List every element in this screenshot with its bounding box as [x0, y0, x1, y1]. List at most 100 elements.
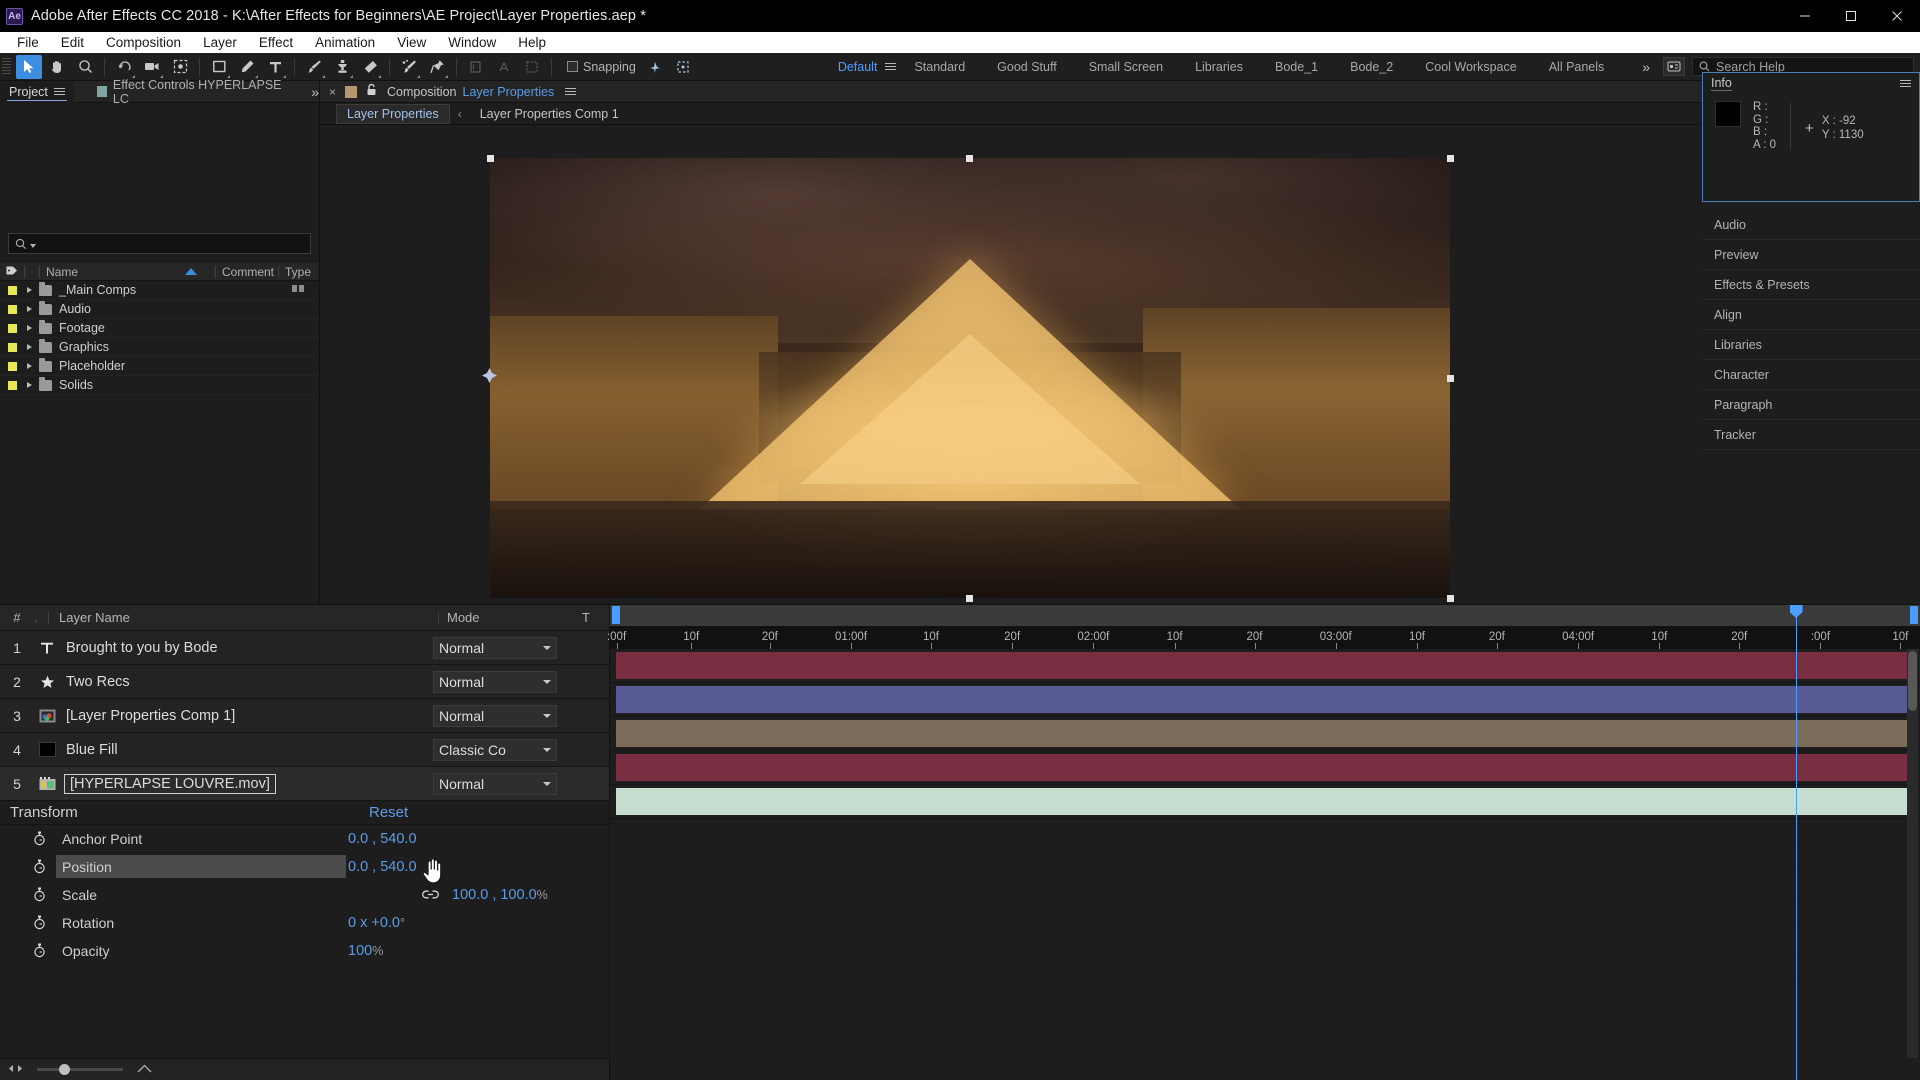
menu-window[interactable]: Window	[437, 32, 507, 53]
column-type[interactable]: Type	[279, 265, 319, 279]
track-row[interactable]	[610, 751, 1920, 785]
project-panel-menu-icon[interactable]	[53, 88, 65, 95]
layer-bar[interactable]	[616, 686, 1908, 713]
project-folder-row[interactable]: Placeholder	[0, 357, 319, 376]
property-value[interactable]: 0 x +0.0°	[348, 915, 405, 931]
hand-tool-icon[interactable]	[44, 55, 70, 79]
composition-panel-menu-icon[interactable]	[565, 88, 577, 95]
layer-name[interactable]: Brought to you by Bode	[60, 640, 433, 656]
tab-project[interactable]: Project	[0, 80, 74, 103]
selection-handle-bc[interactable]	[966, 595, 973, 602]
property-value[interactable]: 100%	[348, 943, 383, 959]
text-align-icon[interactable]	[491, 55, 517, 79]
timeline-zoom-slider[interactable]	[37, 1064, 123, 1075]
menu-view[interactable]: View	[386, 32, 437, 53]
timeline-graph[interactable]: :00f 10f 20f 01:00f 10f 20f 02:00f 10f 20f 03:00f…	[607, 605, 1920, 1080]
workspace-tab-libraries[interactable]: Libraries	[1179, 53, 1259, 81]
column-comment[interactable]: Comment	[216, 265, 278, 279]
property-track-position[interactable]	[610, 871, 1920, 899]
work-area-end-handle[interactable]	[1910, 606, 1918, 624]
layer-bar[interactable]	[616, 788, 1908, 815]
close-icon[interactable]	[1874, 0, 1920, 32]
brush-tool-icon[interactable]	[301, 55, 327, 79]
label-swatch-icon[interactable]	[8, 342, 17, 352]
menu-help[interactable]: Help	[507, 32, 557, 53]
project-folder-row[interactable]: _Main Comps	[0, 281, 319, 300]
property-track-anchor-point[interactable]	[610, 843, 1920, 871]
track-row[interactable]	[610, 683, 1920, 717]
menu-file[interactable]: File	[6, 32, 50, 53]
pan-behind-tool-icon[interactable]	[167, 55, 193, 79]
label-swatch-icon[interactable]	[8, 380, 17, 390]
workspace-overflow-icon[interactable]: »	[1636, 59, 1656, 75]
stopwatch-icon[interactable]	[26, 943, 52, 958]
project-folder-row[interactable]: Footage	[0, 319, 319, 338]
layer-row[interactable]: 4 Blue Fill Classic Co	[0, 733, 609, 767]
graph-editor-icon[interactable]	[137, 1061, 152, 1079]
menu-effect[interactable]: Effect	[248, 32, 304, 53]
timeline-zoom-knob[interactable]	[59, 1064, 70, 1075]
layer-name[interactable]: [Layer Properties Comp 1]	[60, 708, 433, 724]
stopwatch-icon[interactable]	[26, 887, 52, 902]
transform-reset-button[interactable]: Reset	[369, 804, 609, 821]
snapping-toggle[interactable]: Snapping	[567, 60, 636, 74]
layer-row[interactable]: 3 [Layer Properties Comp 1] Normal	[0, 699, 609, 733]
selection-handle-tl[interactable]	[487, 155, 494, 162]
property-value[interactable]: 0.0 , 540.0	[348, 859, 417, 875]
project-folder-row[interactable]: Solids	[0, 376, 319, 395]
breadcrumb-chevron-icon[interactable]: ‹	[458, 107, 462, 121]
property-track-rotation[interactable]	[610, 927, 1920, 955]
layer-blend-mode-select[interactable]: Normal	[433, 772, 557, 795]
roto-brush-tool-icon[interactable]	[396, 55, 422, 79]
workspace-tab-cool-workspace[interactable]: Cool Workspace	[1409, 53, 1532, 81]
menu-composition[interactable]: Composition	[95, 32, 192, 53]
timeline-vertical-scrollbar[interactable]	[1907, 649, 1918, 1058]
layer-row[interactable]: 5 [HYPERLAPSE LOUVRE.mov] Normal	[0, 767, 609, 801]
selection-handle-mr[interactable]	[1447, 375, 1454, 382]
lock-icon[interactable]	[366, 83, 377, 101]
stopwatch-icon[interactable]	[26, 831, 52, 846]
tab-effect-controls[interactable]: Effect Controls HYPERLAPSE LC	[88, 78, 293, 106]
header-t[interactable]: T	[563, 610, 609, 625]
layer-name[interactable]: Blue Fill	[60, 742, 433, 758]
maximize-icon[interactable]	[1828, 0, 1874, 32]
distribute-icon[interactable]	[519, 55, 545, 79]
layer-blend-mode-select[interactable]: Normal	[433, 704, 557, 727]
pen-tool-icon[interactable]	[234, 55, 260, 79]
property-row-position[interactable]: Position 0.0 , 540.0	[0, 853, 609, 884]
project-search-input[interactable]	[8, 233, 311, 254]
stopwatch-icon[interactable]	[26, 859, 52, 874]
selection-handle-tc[interactable]	[966, 155, 973, 162]
panel-libraries[interactable]: Libraries	[1702, 330, 1920, 360]
text-tool-icon[interactable]	[262, 55, 288, 79]
workspace-tab-standard[interactable]: Standard	[898, 53, 981, 81]
timeline-ruler[interactable]: :00f 10f 20f 01:00f 10f 20f 02:00f 10f 20f 03:00f…	[607, 627, 1920, 649]
layer-blend-mode-select[interactable]: Normal	[433, 670, 557, 693]
anchor-point-icon[interactable]	[482, 368, 497, 387]
clone-stamp-tool-icon[interactable]	[329, 55, 355, 79]
disclosure-triangle-icon[interactable]	[27, 382, 32, 388]
workspace-menu-icon[interactable]	[885, 63, 897, 70]
label-swatch-icon[interactable]	[8, 304, 17, 314]
disclosure-triangle-icon[interactable]	[27, 363, 32, 369]
label-swatch-icon[interactable]	[8, 285, 17, 295]
info-panel-menu-icon[interactable]	[1900, 79, 1911, 87]
rectangle-tool-icon[interactable]	[206, 55, 232, 79]
header-index[interactable]: #	[0, 610, 34, 625]
property-value[interactable]: 0.0 , 540.0	[348, 831, 417, 847]
snapping-checkbox[interactable]	[567, 61, 578, 72]
stopwatch-icon[interactable]	[26, 915, 52, 930]
search-dropdown-icon[interactable]	[30, 243, 36, 248]
property-track-scale[interactable]	[610, 899, 1920, 927]
composition-tab-name[interactable]: Layer Properties	[463, 85, 555, 99]
transform-group-header[interactable]: Transform Reset	[0, 801, 609, 825]
layer-name[interactable]: [HYPERLAPSE LOUVRE.mov]	[64, 773, 276, 794]
track-row[interactable]	[610, 649, 1920, 683]
layer-row[interactable]: 1 Brought to you by Bode Normal	[0, 631, 609, 665]
project-tabs-overflow-icon[interactable]: »	[311, 84, 319, 100]
toggle-switches-modes-icon[interactable]	[8, 1061, 23, 1079]
rotation-tool-icon[interactable]	[111, 55, 137, 79]
workspace-tab-all-panels[interactable]: All Panels	[1533, 53, 1621, 81]
panel-character[interactable]: Character	[1702, 360, 1920, 390]
disclosure-triangle-icon[interactable]	[27, 306, 32, 312]
